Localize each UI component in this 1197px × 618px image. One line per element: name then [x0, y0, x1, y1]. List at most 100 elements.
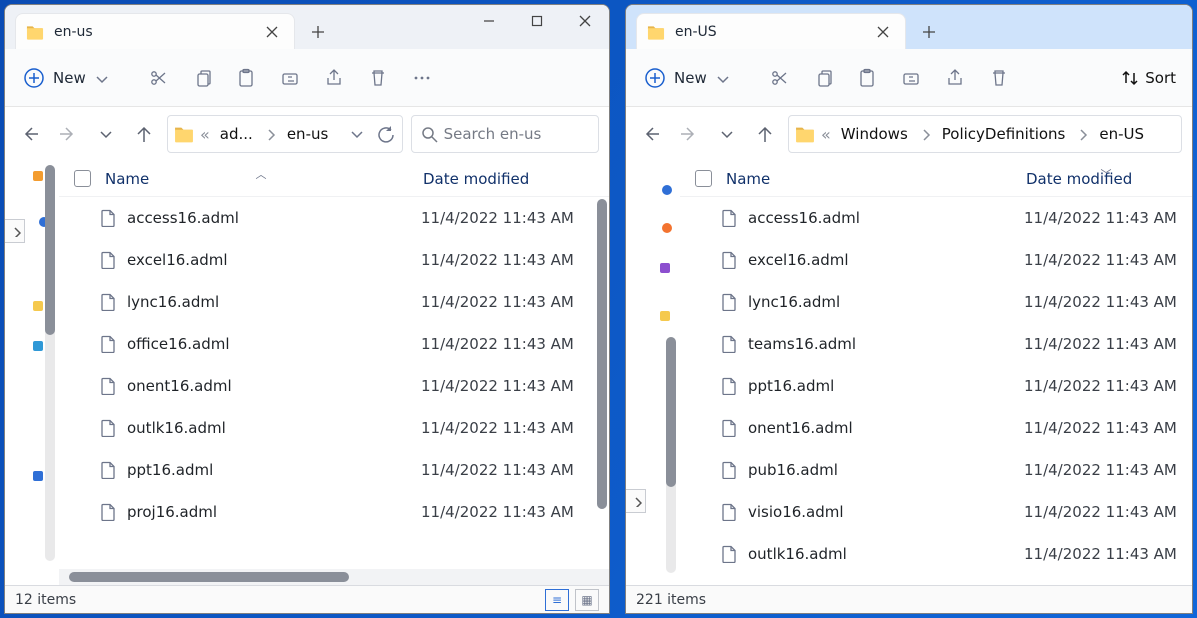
cut-button[interactable]	[138, 58, 178, 98]
file-row[interactable]: teams16.adml11/4/2022 11:43 AM	[680, 323, 1192, 365]
new-button[interactable]: New	[15, 61, 116, 95]
nav-expand-button[interactable]	[626, 489, 646, 513]
breadcrumb-item[interactable]: Windows	[837, 125, 912, 143]
file-row[interactable]: pub16.adml11/4/2022 11:43 AM	[680, 449, 1192, 491]
folder-icon	[795, 124, 815, 144]
recent-button[interactable]	[712, 119, 742, 149]
file-row[interactable]: proj16.adml11/4/2022 11:43 AM	[59, 491, 609, 533]
file-name: access16.adml	[127, 209, 411, 227]
up-button[interactable]	[129, 119, 159, 149]
close-window-button[interactable]	[561, 5, 609, 37]
column-header-date[interactable]: Date modified	[423, 170, 603, 188]
file-icon	[720, 335, 738, 353]
copy-button[interactable]	[803, 58, 843, 98]
share-button[interactable]	[314, 58, 354, 98]
sort-icon	[1121, 69, 1139, 87]
new-tab-button[interactable]	[301, 15, 335, 49]
file-row[interactable]: outlk16.adml11/4/2022 11:43 AM	[680, 533, 1192, 575]
maximize-button[interactable]	[513, 5, 561, 37]
file-row[interactable]: outlk16.adml11/4/2022 11:43 AM	[59, 407, 609, 449]
more-button[interactable]	[402, 58, 442, 98]
tab-active[interactable]: en-US	[636, 13, 906, 49]
breadcrumb-item[interactable]: ad...	[216, 125, 257, 143]
file-icon	[99, 377, 117, 395]
forward-button[interactable]	[53, 119, 83, 149]
rename-button[interactable]	[891, 58, 931, 98]
file-row[interactable]: excel16.adml11/4/2022 11:43 AM	[680, 239, 1192, 281]
tab-title: en-US	[675, 24, 861, 40]
address-dropdown[interactable]	[346, 126, 368, 142]
tab-close-button[interactable]	[260, 20, 284, 44]
file-name: teams16.adml	[748, 335, 1014, 353]
list-scrollbar[interactable]	[597, 199, 607, 569]
address-bar[interactable]: « ad... en-us	[167, 115, 403, 153]
nav-row: « ad... en-us Search en-us	[5, 107, 609, 161]
refresh-button[interactable]	[374, 125, 396, 143]
tab-active[interactable]: en-us	[15, 13, 295, 49]
file-row[interactable]: visio16.adml11/4/2022 11:43 AM	[680, 491, 1192, 533]
sort-button[interactable]: Sort	[1115, 69, 1182, 87]
file-row[interactable]: onent16.adml11/4/2022 11:43 AM	[59, 365, 609, 407]
paste-button[interactable]	[226, 58, 266, 98]
search-placeholder: Search en-us	[444, 125, 542, 143]
file-icon	[720, 251, 738, 269]
file-date: 11/4/2022 11:43 AM	[421, 461, 601, 479]
file-date: 11/4/2022 11:43 AM	[1024, 503, 1184, 521]
delete-button[interactable]	[979, 58, 1019, 98]
file-name: outlk16.adml	[748, 545, 1014, 563]
file-row[interactable]: access16.adml11/4/2022 11:43 AM	[59, 197, 609, 239]
breadcrumb-item[interactable]: en-US	[1095, 125, 1148, 143]
forward-button[interactable]	[674, 119, 704, 149]
select-all-checkbox[interactable]	[695, 170, 712, 187]
select-all-checkbox[interactable]	[74, 170, 91, 187]
recent-button[interactable]	[91, 119, 121, 149]
tab-close-button[interactable]	[871, 20, 895, 44]
file-list[interactable]: access16.adml11/4/2022 11:43 AMexcel16.a…	[59, 197, 609, 569]
breadcrumb-item[interactable]: en-us	[283, 125, 332, 143]
new-button[interactable]: New	[636, 61, 737, 95]
file-date: 11/4/2022 11:43 AM	[421, 293, 601, 311]
file-row[interactable]: office16.adml11/4/2022 11:43 AM	[59, 323, 609, 365]
file-row[interactable]: access16.adml11/4/2022 11:43 AM	[680, 197, 1192, 239]
delete-button[interactable]	[358, 58, 398, 98]
navigation-pane[interactable]	[5, 161, 59, 585]
cut-button[interactable]	[759, 58, 799, 98]
share-button[interactable]	[935, 58, 975, 98]
nav-scrollbar[interactable]	[666, 337, 676, 573]
file-row[interactable]: ppt16.adml11/4/2022 11:43 AM	[680, 365, 1192, 407]
file-icon	[99, 503, 117, 521]
column-header-name[interactable]: Name	[720, 170, 1026, 188]
file-row[interactable]: ppt16.adml11/4/2022 11:43 AM	[59, 449, 609, 491]
folder-icon	[647, 23, 665, 41]
breadcrumb-overflow[interactable]: «	[821, 125, 831, 144]
nav-scrollbar[interactable]	[45, 165, 55, 561]
up-button[interactable]	[750, 119, 780, 149]
back-button[interactable]	[15, 119, 45, 149]
back-button[interactable]	[636, 119, 666, 149]
file-list[interactable]: access16.adml11/4/2022 11:43 AMexcel16.a…	[680, 197, 1192, 585]
breadcrumb-item[interactable]: PolicyDefinitions	[938, 125, 1070, 143]
column-header-date[interactable]: Date modified ﹀	[1026, 170, 1186, 188]
minimize-button[interactable]	[465, 5, 513, 37]
file-date: 11/4/2022 11:43 AM	[421, 335, 601, 353]
details-view-button[interactable]: ≡	[545, 589, 569, 611]
file-row[interactable]: lync16.adml11/4/2022 11:43 AM	[59, 281, 609, 323]
file-row[interactable]: onent16.adml11/4/2022 11:43 AM	[680, 407, 1192, 449]
breadcrumb-overflow[interactable]: «	[200, 125, 210, 144]
paste-button[interactable]	[847, 58, 887, 98]
file-row[interactable]: excel16.adml11/4/2022 11:43 AM	[59, 239, 609, 281]
search-box[interactable]: Search en-us	[411, 115, 599, 153]
column-header-name[interactable]: ︿ Name	[99, 170, 423, 188]
rename-button[interactable]	[270, 58, 310, 98]
new-tab-button[interactable]	[912, 15, 946, 49]
chevron-right-icon	[918, 127, 932, 141]
icons-view-button[interactable]: ▦	[575, 589, 599, 611]
copy-button[interactable]	[182, 58, 222, 98]
nav-expand-button[interactable]	[5, 219, 25, 243]
address-bar[interactable]: « Windows PolicyDefinitions en-US	[788, 115, 1182, 153]
navigation-pane[interactable]	[626, 161, 680, 585]
new-button-label: New	[674, 69, 707, 87]
sort-indicator-icon: ﹀	[1101, 166, 1112, 182]
file-row[interactable]: lync16.adml11/4/2022 11:43 AM	[680, 281, 1192, 323]
horizontal-scrollbar[interactable]	[59, 569, 609, 585]
